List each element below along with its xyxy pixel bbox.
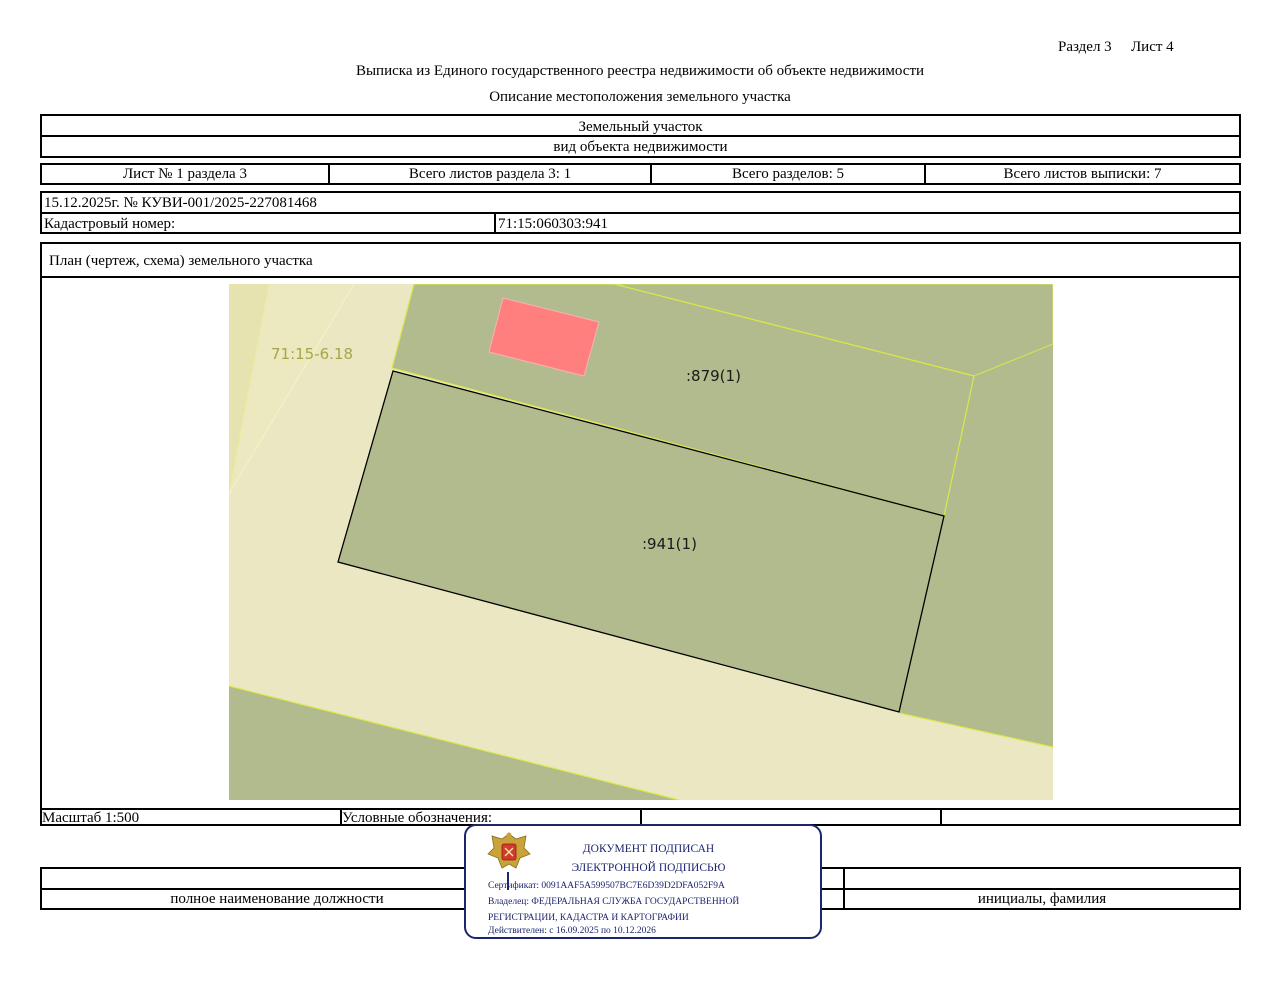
electronic-signature-stamp: ДОКУМЕНТ ПОДПИСАН ЭЛЕКТРОННОЙ ПОДПИСЬЮ С… (464, 824, 822, 939)
document-subtitle: Описание местоположения земельного участ… (489, 89, 791, 105)
stamp-line-2: ЭЛЕКТРОННОЙ ПОДПИСЬЮ (571, 862, 726, 874)
stamp-owner-line-1: Владелец: ФЕДЕРАЛЬНАЯ СЛУЖБА ГОСУДАРСТВЕ… (488, 897, 740, 907)
extract-date-number: 15.12.2025г. № КУВИ-001/2025-227081468 (44, 195, 317, 211)
stamp-validity: Действителен: с 16.09.2025 по 10.12.2026 (488, 926, 656, 936)
parcel-879-label: :879(1) (686, 367, 741, 385)
plan-title: План (чертеж, схема) земельного участка (49, 253, 313, 269)
stamp-certificate: Сертификат: 0091AAF5A599507BC7E6D39D2DFA… (488, 881, 725, 891)
quarter-label: 71:15-6.18 (271, 345, 353, 363)
sheet-info-row: Лист № 1 раздела 3 Всего листов раздела … (40, 163, 1241, 185)
cadastral-number-label: Кадастровый номер: (44, 216, 176, 232)
stamp-line-1: ДОКУМЕНТ ПОДПИСАН (582, 843, 715, 855)
total-sheets-cell: Всего листов выписки: 7 (924, 165, 1239, 183)
record-table: 15.12.2025г. № КУВИ-001/2025-227081468 К… (40, 191, 1241, 234)
section-sheets-cell: Всего листов раздела 3: 1 (328, 165, 650, 183)
section-number: Раздел 3 (1058, 39, 1112, 55)
document-title: Выписка из Единого государственного реес… (355, 63, 925, 79)
scale-label: Масштаб 1:500 (42, 810, 140, 826)
position-caption: полное наименование должности (170, 891, 384, 907)
land-plot-map: 71:15-6.18 :879(1) :941(1) (229, 284, 1053, 800)
sheet-number: Лист 4 (1131, 39, 1174, 55)
object-type: Земельный участок (578, 119, 703, 135)
column-divider (494, 212, 496, 232)
column-divider (640, 810, 642, 824)
legend-label: Условные обозначения: (342, 810, 493, 826)
coat-of-arms-emblem (487, 832, 531, 869)
total-sections-cell: Всего разделов: 5 (650, 165, 924, 183)
object-type-table: Земельный участок вид объекта недвижимос… (40, 114, 1241, 158)
column-divider (940, 810, 942, 824)
cadastral-number-value: 71:15:060303:941 (498, 216, 609, 232)
object-type-caption: вид объекта недвижимости (553, 139, 728, 155)
name-caption: инициалы, фамилия (977, 891, 1107, 907)
stamp-owner-line-2: РЕГИСТРАЦИИ, КАДАСТРА И КАРТОГРАФИИ (488, 913, 689, 923)
row-divider (42, 276, 1239, 278)
sheet-number-cell: Лист № 1 раздела 3 (123, 165, 247, 182)
row-divider (42, 212, 1239, 214)
parcel-941-label: :941(1) (642, 535, 697, 553)
